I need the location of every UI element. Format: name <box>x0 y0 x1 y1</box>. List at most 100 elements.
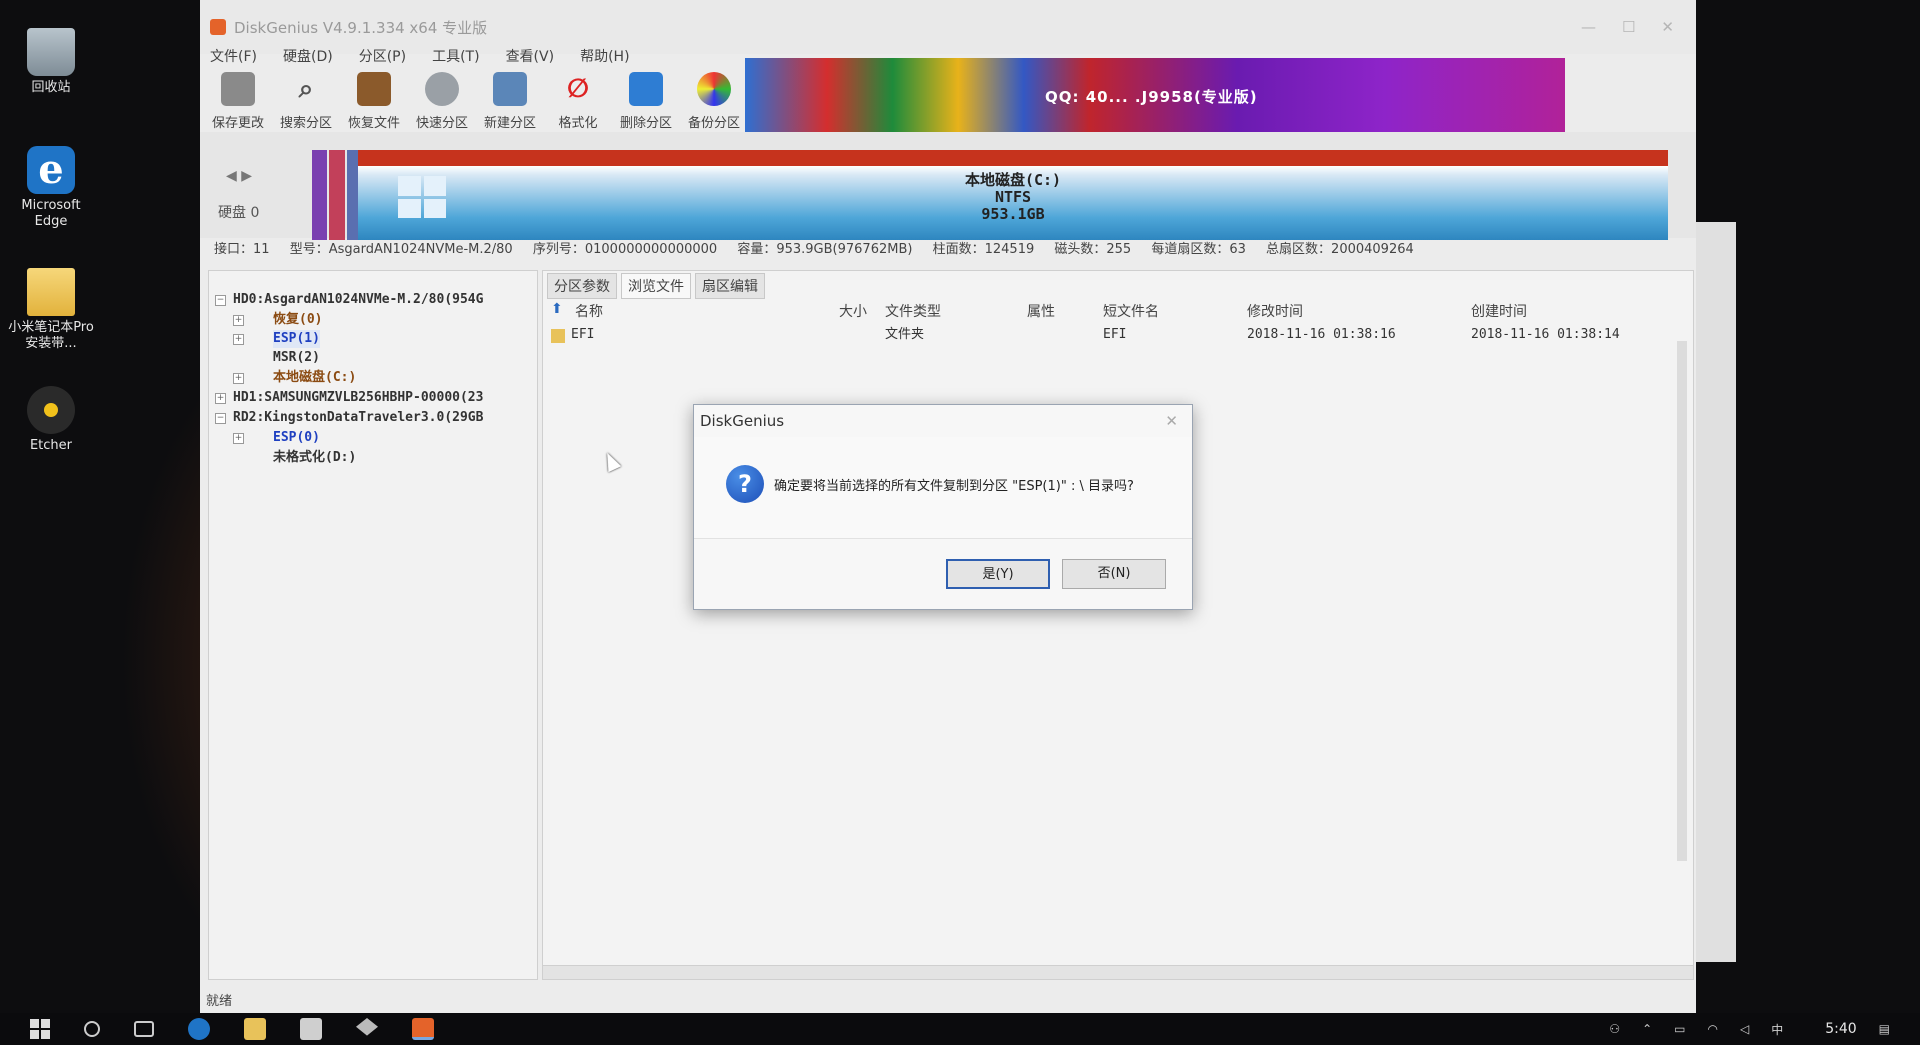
up-folder-icon[interactable]: ⬆ <box>551 301 563 317</box>
notification-icon[interactable]: ▤ <box>1879 1022 1890 1036</box>
menu-tools[interactable]: 工具(T) <box>432 46 479 66</box>
desktop-icon-recycle-bin[interactable]: 回收站 <box>8 28 94 96</box>
col-type[interactable]: 文件类型 <box>885 301 941 321</box>
col-size[interactable]: 大小 <box>839 301 867 321</box>
tab-sector-edit[interactable]: 扇区编辑 <box>695 273 765 299</box>
search-partition-button[interactable]: ⌕ 搜索分区 <box>276 72 336 138</box>
expand-icon[interactable]: + <box>233 334 244 345</box>
menu-bar: 文件(F) 硬盘(D) 分区(P) 工具(T) 查看(V) 帮助(H) <box>200 46 630 66</box>
yes-button[interactable]: 是(Y) <box>946 559 1050 589</box>
new-partition-icon <box>493 72 527 106</box>
tree-partition-msr[interactable]: MSR(2) <box>273 349 320 367</box>
search-icon: ⌕ <box>298 74 314 104</box>
tree-disk-hd1[interactable]: HD1:SAMSUNGMZVLB256HBHP-00000(23 <box>233 389 483 407</box>
desktop-icon-label: Microsoft Edge <box>21 198 81 229</box>
minimize-icon[interactable]: — <box>1581 18 1596 36</box>
menu-disk[interactable]: 硬盘(D) <box>283 46 333 66</box>
format-button[interactable]: ∅ 格式化 <box>548 72 608 138</box>
partition-c-bar[interactable]: 本地磁盘(C:) NTFS 953.1GB <box>358 150 1668 240</box>
col-attr[interactable]: 属性 <box>1027 301 1055 321</box>
new-partition-button[interactable]: 新建分区 <box>480 72 540 138</box>
desktop-icon-edge[interactable]: e Microsoft Edge <box>8 146 94 230</box>
tree-disk-hd0[interactable]: HD0:AsgardAN1024NVMe-M.2/80(954G <box>233 291 483 309</box>
maximize-icon[interactable]: ☐ <box>1622 18 1635 36</box>
diskgenius-taskbar-icon[interactable] <box>412 1018 434 1040</box>
col-name[interactable]: 名称 <box>575 301 603 321</box>
tree-partition-esp0[interactable]: ESP(0) <box>273 429 320 447</box>
people-icon[interactable]: ⚇ <box>1609 1022 1620 1036</box>
toolbar: 保存更改 ⌕ 搜索分区 恢复文件 快速分区 新建分区 ∅ 格式化 删除分区 备份分区 <box>208 72 744 138</box>
app-icon[interactable] <box>356 1018 378 1036</box>
col-short-name[interactable]: 短文件名 <box>1103 301 1159 321</box>
question-icon: ? <box>726 465 764 503</box>
backup-icon <box>697 72 731 106</box>
chevron-up-icon[interactable]: ⌃ <box>1642 1022 1652 1036</box>
horizontal-scrollbar[interactable] <box>543 965 1693 979</box>
backup-partition-button[interactable]: 备份分区 <box>684 72 744 138</box>
tree-partition-esp1[interactable]: ESP(1) <box>273 330 320 348</box>
col-modified[interactable]: 修改时间 <box>1247 301 1303 321</box>
col-created[interactable]: 创建时间 <box>1471 301 1527 321</box>
delete-partition-button[interactable]: 删除分区 <box>616 72 676 138</box>
clock[interactable]: 5:40 <box>1825 1021 1856 1037</box>
start-button[interactable] <box>30 1019 50 1039</box>
desktop-icon-etcher[interactable]: Etcher <box>8 386 94 454</box>
tree-partition-unformatted[interactable]: 未格式化(D:) <box>273 449 356 467</box>
save-changes-button[interactable]: 保存更改 <box>208 72 268 138</box>
file-browser-panel: 分区参数 浏览文件 扇区编辑 ⬆ 名称 大小 文件类型 属性 短文件名 修改时间… <box>542 270 1694 980</box>
small-partitions[interactable] <box>312 150 362 240</box>
recover-icon <box>357 72 391 106</box>
file-explorer-icon[interactable] <box>244 1018 266 1040</box>
trash-icon <box>629 72 663 106</box>
row-name[interactable]: EFI <box>571 326 594 344</box>
expand-icon[interactable]: − <box>215 295 226 306</box>
desktop-icon-label: 小米笔记本Pro安装带... <box>8 320 94 351</box>
quick-partition-button[interactable]: 快速分区 <box>412 72 472 138</box>
disk-map: ◀ ▶ 硬盘 0 本地磁盘(C:) NTFS 953.1GB <box>200 132 1696 240</box>
tree-disk-rd2[interactable]: RD2:KingstonDataTraveler3.0(29GB <box>233 409 483 427</box>
dialog-title-bar[interactable]: DiskGenius ✕ <box>694 405 1192 437</box>
expand-icon[interactable]: + <box>233 315 244 326</box>
wifi-icon[interactable]: ◠ <box>1707 1022 1717 1036</box>
menu-file[interactable]: 文件(F) <box>210 46 257 66</box>
no-button[interactable]: 否(N) <box>1062 559 1166 589</box>
recover-files-button[interactable]: 恢复文件 <box>344 72 404 138</box>
store-icon[interactable] <box>300 1018 322 1040</box>
disk-nav-arrows[interactable]: ◀ ▶ <box>226 168 252 184</box>
save-icon <box>221 72 255 106</box>
taskbar: ⚇ ⌃ ▭ ◠ ◁ 中 5:40 ▤ <box>0 1013 1920 1045</box>
expand-icon[interactable]: + <box>233 373 244 384</box>
info-interface: 接口：11 <box>214 242 270 257</box>
edge-taskbar-icon[interactable] <box>188 1018 210 1040</box>
tab-partition-params[interactable]: 分区参数 <box>547 273 617 299</box>
folder-icon <box>27 268 75 316</box>
tree-partition-c[interactable]: 本地磁盘(C:) <box>273 369 356 387</box>
expand-icon[interactable]: + <box>215 393 226 404</box>
app-logo-icon <box>210 19 226 35</box>
task-view-icon[interactable] <box>134 1021 154 1037</box>
close-icon[interactable]: ✕ <box>1165 405 1178 437</box>
expand-icon[interactable]: + <box>233 433 244 444</box>
info-serial: 序列号：0100000000000000 <box>532 242 718 257</box>
tree-partition-recovery[interactable]: 恢复(0) <box>273 311 322 329</box>
tab-browse-files[interactable]: 浏览文件 <box>621 273 691 299</box>
volume-icon[interactable]: ◁ <box>1740 1022 1749 1036</box>
vertical-scrollbar[interactable] <box>1677 341 1687 861</box>
background-window-edge <box>1696 222 1736 962</box>
dialog-message: 确定要将当前选择的所有文件复制到分区 "ESP(1)" : \ 目录吗? <box>774 479 1134 494</box>
info-heads: 磁头数：255 <box>1054 242 1132 257</box>
partition-name: 本地磁盘(C:) <box>964 171 1062 189</box>
battery-icon[interactable]: ▭ <box>1674 1022 1685 1036</box>
etcher-icon <box>27 386 75 434</box>
desktop-icon-folder[interactable]: 小米笔记本Pro安装带... <box>8 268 94 352</box>
menu-partition[interactable]: 分区(P) <box>359 46 406 66</box>
ime-indicator[interactable]: 中 <box>1771 1021 1783 1038</box>
info-total-sectors: 总扇区数：2000409264 <box>1266 242 1414 257</box>
menu-help[interactable]: 帮助(H) <box>580 46 629 66</box>
info-sectors-per-track: 每道扇区数：63 <box>1151 242 1246 257</box>
close-icon[interactable]: ✕ <box>1661 18 1674 36</box>
search-icon[interactable] <box>84 1021 100 1037</box>
ad-banner[interactable]: QQ: 40... .J9958(专业版) <box>745 58 1565 136</box>
menu-view[interactable]: 查看(V) <box>506 46 555 66</box>
expand-icon[interactable]: − <box>215 413 226 424</box>
